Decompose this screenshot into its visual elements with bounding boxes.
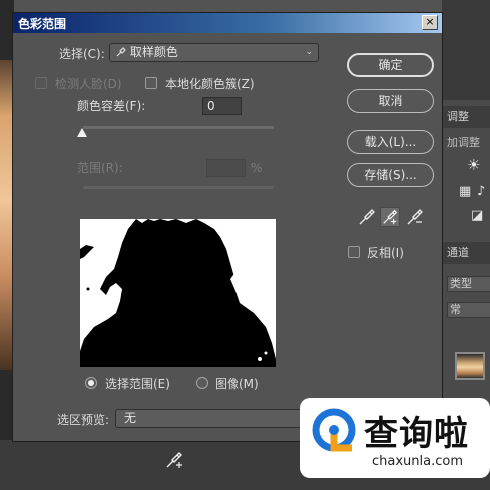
- localized-clusters-label: 本地化颜色簇(Z): [165, 77, 255, 91]
- adjustments-panel: 调整 加调整 ☀ ▦ ♪ ◪ 通道 类型 常: [442, 100, 490, 440]
- fuzziness-slider-track[interactable]: [83, 126, 274, 129]
- invert-checkbox[interactable]: [348, 246, 360, 258]
- view-selection-label: 选择范围(E): [105, 377, 170, 391]
- selection-mask-silhouette: [80, 219, 276, 367]
- close-button[interactable]: ×: [422, 15, 438, 30]
- layer-thumbnail[interactable]: [455, 352, 485, 380]
- fuzziness-label: 颜色容差(F):: [77, 99, 146, 113]
- watermark-badge: 查询啦 chaxunla.com: [300, 398, 490, 478]
- tab-adjustments[interactable]: 调整: [443, 106, 490, 128]
- blend-mode-select[interactable]: 常: [447, 302, 490, 318]
- watermark-brand: 查询啦: [364, 414, 469, 454]
- select-dropdown[interactable]: 取样颜色 ⌄: [109, 43, 319, 62]
- invert-label: 反相(I): [367, 246, 404, 260]
- fuzziness-slider-thumb[interactable]: [77, 128, 87, 137]
- watermark-url: chaxunla.com: [372, 454, 463, 469]
- levels-icon[interactable]: ▦: [459, 184, 471, 199]
- curves-icon[interactable]: ♪: [477, 184, 485, 199]
- eyedropper-plus-icon[interactable]: [380, 207, 400, 227]
- selection-preview-dropdown[interactable]: 无: [115, 409, 315, 428]
- layer-kind-filter[interactable]: 类型: [447, 276, 490, 292]
- load-button[interactable]: 载入(L)...: [347, 130, 434, 154]
- range-slider-track[interactable]: [83, 186, 274, 189]
- ok-button[interactable]: 确定: [347, 53, 434, 77]
- select-value: 取样颜色: [129, 45, 178, 59]
- add-adjustment-label: 加调整: [447, 136, 480, 149]
- range-input[interactable]: [206, 159, 246, 177]
- brightness-icon[interactable]: ☀: [467, 156, 480, 174]
- save-button[interactable]: 存储(S)...: [347, 163, 434, 187]
- detect-faces-label: 检测人脸(D): [55, 77, 122, 91]
- detect-faces-checkbox[interactable]: [35, 77, 47, 89]
- exposure-icon[interactable]: ◪: [471, 208, 483, 223]
- dialog-titlebar[interactable]: 色彩范围 ×: [13, 13, 442, 33]
- tab-channels[interactable]: 通道: [443, 242, 490, 264]
- chevron-down-icon: ⌄: [305, 47, 313, 57]
- view-image-radio[interactable]: [196, 377, 208, 389]
- workspace-top-right: [442, 0, 490, 100]
- eyedropper-cursor-icon: [164, 448, 184, 470]
- localized-clusters-checkbox[interactable]: [145, 77, 157, 89]
- eyedropper-minus-icon[interactable]: [405, 207, 425, 227]
- eyedropper-icon[interactable]: [357, 207, 377, 227]
- range-unit: %: [251, 161, 263, 175]
- selection-preview-label: 选区预览:: [57, 413, 110, 427]
- view-image-label: 图像(M): [215, 377, 259, 391]
- selection-preview-image: [80, 219, 276, 367]
- view-selection-radio[interactable]: [85, 377, 97, 389]
- range-label: 范围(R):: [77, 161, 123, 175]
- dialog-title: 色彩范围: [18, 17, 67, 31]
- fuzziness-input[interactable]: 0: [202, 97, 242, 115]
- color-range-dialog: 色彩范围 × 选择(C): 取样颜色 ⌄ 检测人脸(D) 本地化颜色簇(Z) 颜…: [12, 12, 443, 442]
- eyedropper-small-icon: [116, 47, 126, 57]
- select-label: 选择(C):: [59, 47, 105, 61]
- cancel-button[interactable]: 取消: [347, 89, 434, 113]
